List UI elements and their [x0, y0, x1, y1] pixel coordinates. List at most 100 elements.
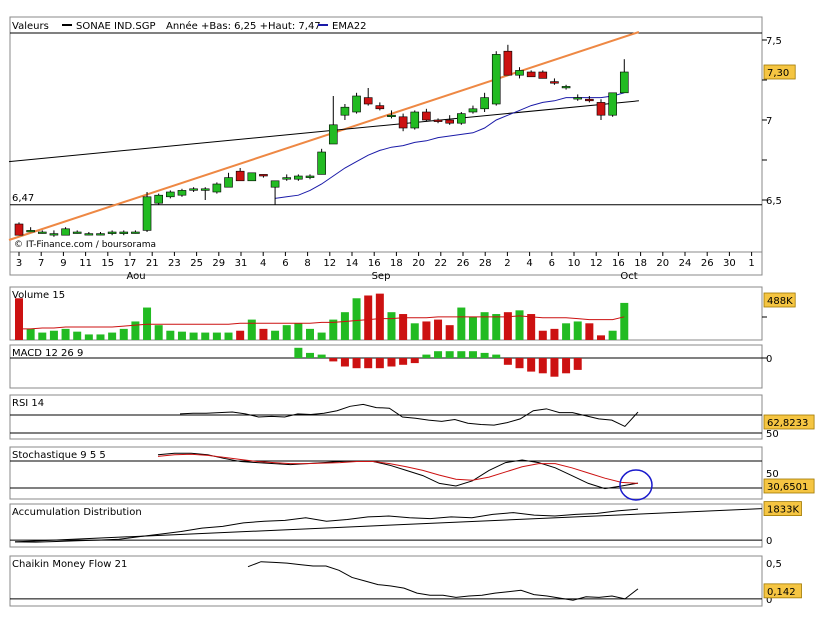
ema-legend-label: EMA22 — [332, 21, 367, 32]
candle-body — [96, 233, 105, 236]
volume-bar — [492, 314, 501, 340]
month-label: Sep — [372, 271, 391, 282]
volume-badge-text: 488K — [767, 296, 793, 307]
candle-body — [142, 196, 152, 231]
x-tick-label: 20 — [656, 258, 669, 269]
candle-body — [457, 113, 466, 124]
month-label: Oct — [620, 271, 637, 282]
x-tick-label: 14 — [346, 258, 359, 269]
volume-bar — [515, 310, 524, 340]
x-tick-label: 25 — [190, 258, 203, 269]
macd-bar — [515, 358, 524, 369]
volume-bar — [224, 332, 233, 340]
price-ytick-label: 6,5 — [766, 196, 782, 207]
candle-body — [550, 81, 559, 84]
panel-frame-3 — [9, 446, 763, 500]
volume-bar — [352, 298, 361, 340]
volume-bar — [422, 321, 431, 340]
macd-bar — [445, 351, 454, 358]
x-tick-label: 12 — [590, 258, 603, 269]
candle-body — [445, 119, 454, 124]
macd-bar — [306, 352, 314, 358]
price-ytick-label: 7,5 — [766, 36, 782, 47]
volume-bar — [306, 328, 314, 340]
x-tick-label: 4 — [260, 258, 266, 269]
x-tick-label: 9 — [60, 258, 66, 269]
macd-bar — [294, 347, 303, 358]
volume-badge: 488K — [763, 292, 796, 308]
hline-label: 6,47 — [12, 193, 34, 204]
candle-body — [619, 71, 629, 94]
candle-body — [166, 191, 175, 198]
volume-bar — [375, 293, 384, 340]
macd-bar — [573, 358, 582, 370]
candle-body — [37, 231, 47, 234]
candle-body — [61, 228, 70, 236]
panel-title-5: Chaikin Money Flow 21 — [12, 559, 127, 570]
volume-bar — [236, 330, 245, 340]
candle-body — [526, 71, 536, 78]
volume-bar — [364, 295, 373, 340]
rsi-badge: 62,8233 — [763, 414, 815, 430]
volume-bar — [259, 328, 268, 340]
ad-badge: 1833K — [763, 501, 802, 516]
volume-bar — [154, 325, 163, 340]
x-tick-label: 17 — [124, 258, 137, 269]
candle-body — [49, 233, 59, 236]
indicator-panels: Volume 15488KMACD 12 26 90RSI 145062,823… — [9, 286, 815, 607]
x-tick-label: 7 — [38, 258, 44, 269]
candle-body — [515, 70, 524, 76]
header-label: Valeurs — [12, 21, 49, 32]
macd-bar — [468, 351, 477, 358]
macd-bar — [527, 358, 536, 372]
candle-body — [538, 71, 548, 79]
macd-bar — [422, 354, 431, 358]
rsi-tick-label: 50 — [766, 429, 779, 440]
x-tick-label: 1 — [748, 258, 754, 269]
macd-bar — [434, 351, 443, 358]
volume-bar — [468, 316, 477, 340]
price-last-badge: 7,30 — [763, 64, 796, 80]
candle-body — [340, 106, 350, 116]
stoch-badge: 30,6501 — [763, 478, 815, 494]
candle-body — [154, 194, 163, 204]
candle-body — [573, 97, 583, 100]
x-tick-label: 6 — [549, 258, 555, 269]
volume-bar — [96, 334, 105, 340]
candle-body — [270, 180, 280, 188]
candle-body — [224, 177, 233, 188]
macd-bar — [480, 352, 489, 358]
candle-body — [305, 175, 315, 178]
candle-body — [352, 95, 361, 113]
candle-body — [503, 50, 513, 76]
macd-tick-label: 0 — [766, 354, 772, 365]
ticker-label: SONAE IND.SGP — [76, 21, 155, 32]
ad-badge-text: 1833K — [767, 505, 799, 516]
macd-bar — [340, 358, 349, 367]
x-tick-label: 11 — [79, 258, 92, 269]
volume-bar — [201, 332, 210, 340]
candle-body — [480, 97, 489, 110]
panel-title-3: Stochastique 9 5 5 — [12, 450, 106, 461]
volume-bar — [410, 323, 419, 340]
volume-bar — [317, 332, 326, 340]
candle-body — [119, 231, 129, 234]
candle-body — [387, 114, 396, 117]
candle-body — [561, 86, 571, 89]
candle-body — [608, 92, 617, 116]
volume-bar — [294, 323, 303, 340]
volume-bar — [445, 325, 454, 340]
macd-bar — [375, 358, 384, 369]
volume-bar — [177, 331, 186, 340]
volume-bar — [166, 330, 175, 340]
x-tick-label: 24 — [679, 258, 692, 269]
cmf-badge: 0,142 — [763, 583, 802, 599]
x-tick-label: 16 — [612, 258, 625, 269]
candle-body — [247, 172, 257, 182]
macd-bar — [387, 358, 396, 367]
candle-body — [107, 231, 117, 234]
price-last-badge-text: 7,30 — [767, 68, 789, 79]
macd-bar — [492, 354, 501, 358]
volume-bar — [15, 298, 23, 340]
volume-bar — [585, 323, 594, 340]
